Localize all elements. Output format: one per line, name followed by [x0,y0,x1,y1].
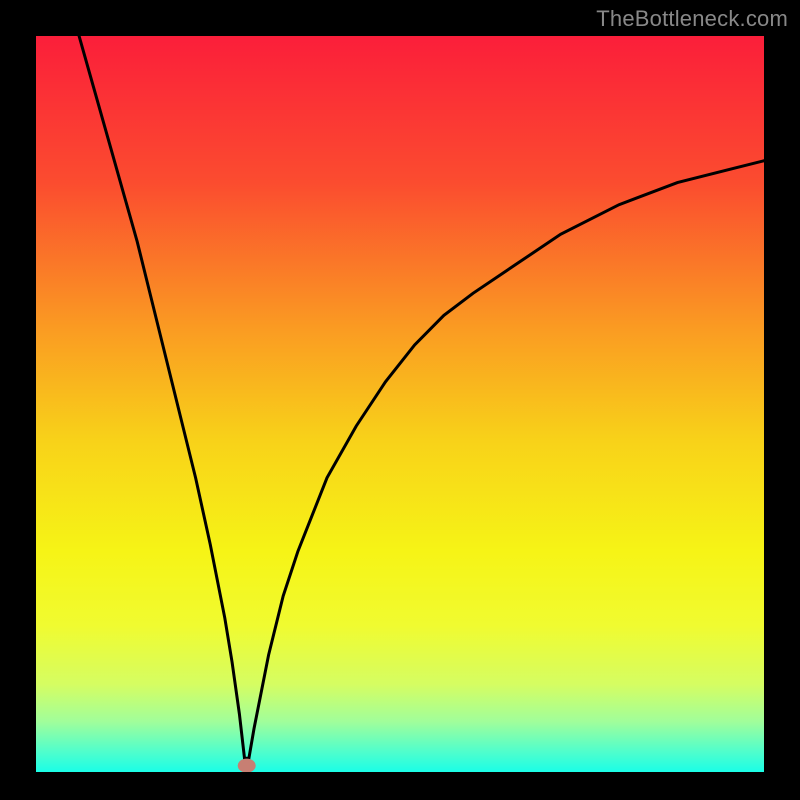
chart-svg [0,0,800,800]
chart-container: TheBottleneck.com [0,0,800,800]
watermark-label: TheBottleneck.com [596,6,788,32]
plot-background [35,35,765,773]
optimum-marker [238,759,256,773]
